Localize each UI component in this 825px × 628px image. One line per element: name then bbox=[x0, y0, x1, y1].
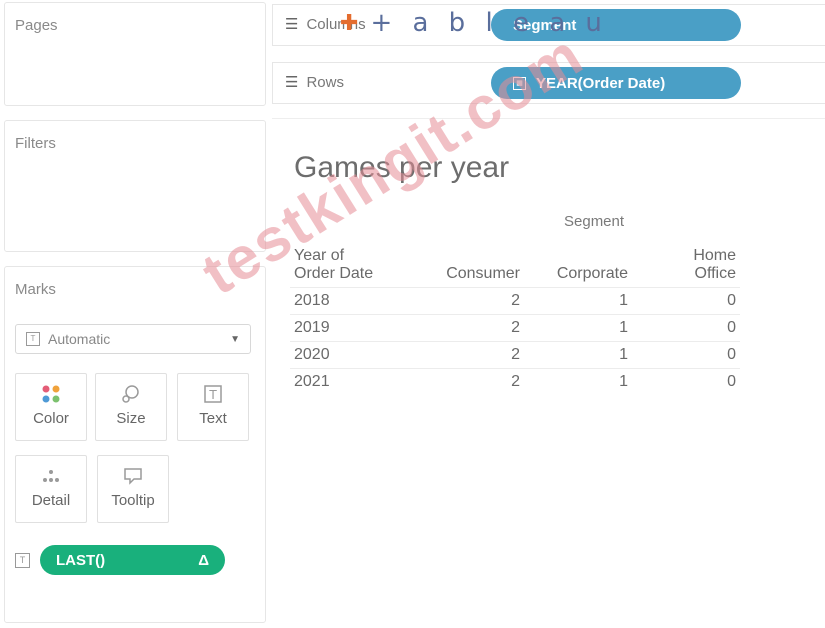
pages-card: Pages bbox=[4, 2, 266, 106]
svg-text:T: T bbox=[208, 388, 217, 402]
value-cell: 2 bbox=[416, 314, 524, 342]
year-order-date-pill[interactable]: ▦ YEAR(Order Date) bbox=[491, 67, 741, 99]
year-cell: 2019 bbox=[290, 314, 416, 342]
rows-label: Rows bbox=[306, 73, 344, 91]
value-cell: 1 bbox=[524, 287, 632, 315]
color-label: Color bbox=[33, 410, 69, 427]
value-cell: 0 bbox=[632, 341, 740, 369]
text-icon: T bbox=[178, 384, 248, 404]
delta-icon: Δ bbox=[198, 551, 209, 569]
automatic-mark-icon: T bbox=[26, 332, 40, 346]
date-icon: ▦ bbox=[513, 76, 526, 90]
tooltip-icon bbox=[98, 466, 168, 486]
header-row: Year of Order Date Consumer Corporate Ho… bbox=[290, 247, 740, 288]
pages-title: Pages bbox=[15, 17, 58, 34]
corporate-header: Corporate bbox=[524, 247, 632, 288]
value-cell: 2 bbox=[416, 341, 524, 369]
viz-title: Games per year bbox=[294, 151, 510, 184]
segment-header: Segment bbox=[564, 213, 625, 230]
tableau-logo: ✚ + a b l e a u bbox=[340, 8, 608, 38]
year-header: Year of Order Date bbox=[290, 247, 416, 288]
rows-shelf[interactable]: ☰ Rows ▦ YEAR(Order Date) bbox=[272, 62, 825, 104]
table-row: 2019 2 1 0 bbox=[290, 314, 740, 342]
marks-field-row: T LAST() Δ bbox=[15, 545, 225, 575]
year-header-line1: Year of bbox=[294, 247, 345, 264]
color-icon bbox=[16, 384, 86, 404]
viz-area: Games per year Segment Year of Order Dat… bbox=[272, 118, 825, 628]
year-cell: 2018 bbox=[290, 287, 416, 315]
text-encoding-icon: T bbox=[15, 552, 30, 568]
table-row: 2018 2 1 0 bbox=[290, 287, 740, 315]
value-cell: 0 bbox=[632, 314, 740, 342]
value-cell: 0 bbox=[632, 368, 740, 395]
table-row: 2020 2 1 0 bbox=[290, 341, 740, 369]
tooltip-label: Tooltip bbox=[111, 492, 155, 509]
tableau-cross-icon: ✚ bbox=[340, 10, 365, 36]
value-cell: 1 bbox=[524, 341, 632, 369]
value-cell: 1 bbox=[524, 314, 632, 342]
detail-icon bbox=[16, 466, 86, 486]
home-office-header-line1: Home bbox=[693, 247, 736, 264]
value-cell: 0 bbox=[632, 287, 740, 315]
value-cell: 2 bbox=[416, 287, 524, 315]
home-office-header: Home Office bbox=[632, 247, 740, 288]
year-cell: 2020 bbox=[290, 341, 416, 369]
rows-icon: ☰ bbox=[285, 74, 299, 91]
corporate-header-label: Corporate bbox=[556, 265, 628, 282]
mark-type-dropdown[interactable]: T Automatic ▼ bbox=[15, 324, 251, 354]
year-header-line2: Order Date bbox=[294, 265, 374, 282]
consumer-header: Consumer bbox=[416, 247, 524, 288]
value-cell: 2 bbox=[416, 368, 524, 395]
size-icon bbox=[96, 384, 166, 404]
columns-icon: ☰ bbox=[285, 16, 299, 33]
consumer-header-label: Consumer bbox=[446, 265, 520, 282]
marks-card: Marks T Automatic ▼ Color Size T Text De… bbox=[4, 266, 266, 623]
tooltip-button[interactable]: Tooltip bbox=[97, 455, 169, 523]
last-calc-pill[interactable]: LAST() Δ bbox=[40, 545, 225, 575]
filters-card[interactable]: Filters bbox=[4, 120, 266, 252]
text-button[interactable]: T Text bbox=[177, 373, 249, 441]
last-calc-label: LAST() bbox=[56, 551, 106, 569]
mark-type-value: Automatic bbox=[48, 331, 111, 347]
home-office-header-line2: Office bbox=[694, 265, 737, 282]
marks-title: Marks bbox=[15, 281, 56, 298]
year-pill-label: YEAR(Order Date) bbox=[536, 74, 666, 92]
text-label: Text bbox=[199, 410, 227, 427]
year-cell: 2021 bbox=[290, 368, 416, 395]
filters-title: Filters bbox=[15, 135, 56, 152]
crosstab-table: Year of Order Date Consumer Corporate Ho… bbox=[290, 247, 740, 395]
detail-label: Detail bbox=[31, 492, 71, 509]
size-button[interactable]: Size bbox=[95, 373, 167, 441]
chevron-down-icon: ▼ bbox=[230, 334, 240, 345]
detail-button[interactable]: Detail bbox=[15, 455, 87, 523]
size-label: Size bbox=[116, 410, 146, 427]
color-button[interactable]: Color bbox=[15, 373, 87, 441]
value-cell: 1 bbox=[524, 368, 632, 395]
table-row: 2021 2 1 0 bbox=[290, 368, 740, 395]
tableau-logo-text: + a b l e a u bbox=[370, 8, 608, 38]
rows-shelf-label: ☰ Rows bbox=[285, 73, 344, 92]
